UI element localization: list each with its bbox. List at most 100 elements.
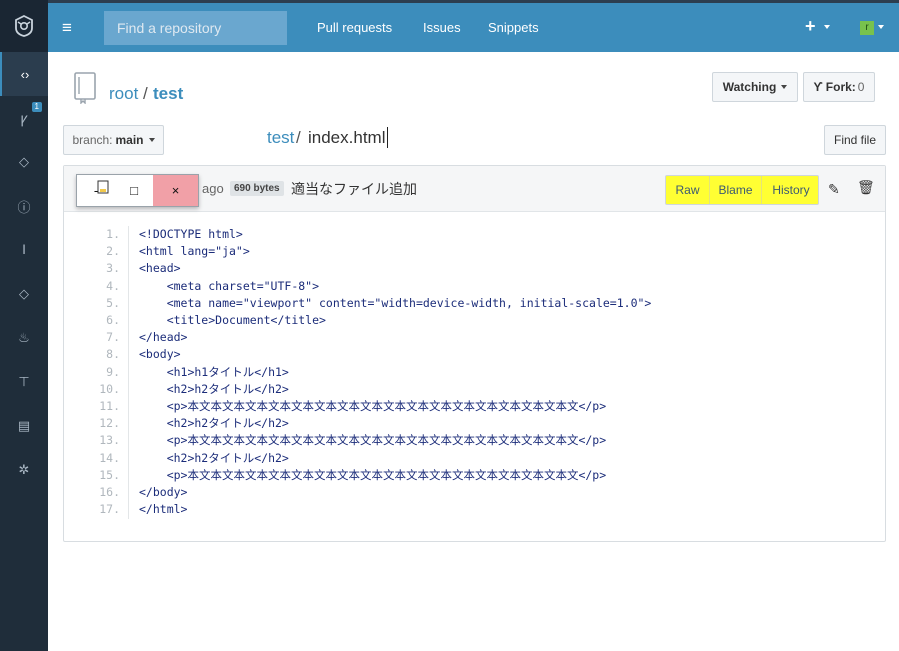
avatar-caret-icon bbox=[878, 25, 884, 29]
path-separator: / bbox=[296, 128, 301, 147]
create-new-button[interactable]: + bbox=[805, 16, 816, 37]
code-line: 17. </html> bbox=[64, 501, 885, 518]
code-text: <h2>h2タイトル</h2> bbox=[139, 416, 289, 431]
line-number[interactable]: 13. bbox=[84, 432, 120, 449]
close-button[interactable]: × bbox=[153, 175, 198, 206]
code-text: </html> bbox=[139, 502, 188, 517]
code-line: 3. <head> bbox=[64, 260, 885, 277]
line-number[interactable]: 9. bbox=[84, 364, 120, 381]
repository-search-input[interactable] bbox=[104, 11, 287, 45]
edit-pencil-icon[interactable]: ✎ bbox=[828, 181, 840, 198]
watching-button[interactable]: Watching bbox=[712, 72, 798, 102]
label-icon[interactable]: ◇ bbox=[0, 272, 48, 316]
line-number[interactable]: 1. bbox=[84, 226, 120, 243]
line-number[interactable]: 17. bbox=[84, 501, 120, 518]
code-line: 13. <p>本文本文本文本文本文本文本文本文本文本文本文本文本文本文本文本文本… bbox=[64, 432, 885, 449]
top-navbar: ≡ Pull requests Issues Snippets + r bbox=[48, 0, 899, 52]
logo-icon bbox=[15, 14, 33, 37]
line-number[interactable]: 15. bbox=[84, 467, 120, 484]
nav-issues[interactable]: Issues bbox=[423, 20, 461, 35]
gear-icon[interactable]: ✲ bbox=[0, 448, 48, 492]
blame-button[interactable]: Blame bbox=[710, 176, 762, 204]
repo-name-link[interactable]: test bbox=[153, 84, 183, 104]
file-actions-group: Raw Blame History bbox=[665, 175, 819, 205]
code-text: <head> bbox=[139, 261, 181, 276]
nav-snippets[interactable]: Snippets bbox=[488, 20, 539, 35]
minimize-icon: - bbox=[94, 180, 109, 198]
history-button[interactable]: History bbox=[762, 176, 820, 204]
code-line: 5. <meta name="viewport" content="width=… bbox=[64, 295, 885, 312]
path-file-name: index.html bbox=[308, 128, 386, 147]
user-avatar[interactable]: r bbox=[860, 21, 874, 35]
code-text: <p>本文本文本文本文本文本文本文本文本文本文本文本文本文本文本文本文本文</p… bbox=[139, 433, 607, 448]
code-line: 12. <h2>h2タイトル</h2> bbox=[64, 415, 885, 432]
file-viewer: ago 690 bytes 適当なファイル追加 Raw Blame Histor… bbox=[63, 165, 886, 542]
commit-age: ago bbox=[202, 181, 224, 196]
branch-selector[interactable]: branch: main bbox=[63, 125, 164, 155]
line-number[interactable]: 11. bbox=[84, 398, 120, 415]
branch-prefix: branch: bbox=[72, 133, 113, 147]
line-number[interactable]: 7. bbox=[84, 329, 120, 346]
code-line: 14. <h2>h2タイトル</h2> bbox=[64, 450, 885, 467]
window-control-popup: - □ × bbox=[76, 174, 199, 207]
create-caret-icon bbox=[824, 25, 830, 29]
line-number[interactable]: 12. bbox=[84, 415, 120, 432]
maximize-button[interactable]: □ bbox=[115, 175, 153, 206]
code-line: 2. <html lang="ja"> bbox=[64, 243, 885, 260]
text-cursor bbox=[387, 127, 388, 148]
book-icon[interactable]: ▤ bbox=[0, 404, 48, 448]
pull-request-icon[interactable]: ⵏ bbox=[0, 228, 48, 272]
code-text: <body> bbox=[139, 347, 181, 362]
fork-count: 0 bbox=[857, 80, 865, 94]
code-text: <html lang="ja"> bbox=[139, 244, 250, 259]
code-text: <!DOCTYPE html> bbox=[139, 227, 243, 241]
line-number[interactable]: 10. bbox=[84, 381, 120, 398]
code-text: <h2>h2タイトル</h2> bbox=[139, 450, 289, 465]
raw-button[interactable]: Raw bbox=[666, 176, 710, 204]
line-number[interactable]: 8. bbox=[84, 346, 120, 363]
line-number[interactable]: 4. bbox=[84, 278, 120, 295]
code-text: <h2>h2タイトル</h2> bbox=[139, 381, 289, 396]
code-text: </body> bbox=[139, 485, 188, 499]
repo-book-icon bbox=[74, 72, 96, 104]
code-line: 7. </head> bbox=[64, 329, 885, 346]
hamburger-menu-icon[interactable]: ≡ bbox=[62, 18, 72, 38]
code-text: <p>本文本文本文本文本文本文本文本文本文本文本文本文本文本文本文本文本文</p… bbox=[139, 399, 607, 413]
fork-button[interactable]: ϒ Fork: 0 bbox=[803, 72, 875, 102]
line-number[interactable]: 5. bbox=[84, 295, 120, 312]
notification-badge: 1 bbox=[31, 102, 42, 112]
flame-icon[interactable]: ♨ bbox=[0, 316, 48, 360]
merge-icon[interactable]: ꝩ 1 bbox=[0, 96, 48, 140]
minimize-button[interactable]: - bbox=[77, 175, 115, 206]
pin-icon[interactable]: ⊤ bbox=[0, 360, 48, 404]
fork-label: Fork: bbox=[825, 80, 856, 94]
line-number[interactable]: 16. bbox=[84, 484, 120, 501]
watching-caret-icon bbox=[781, 85, 788, 89]
line-number[interactable]: 3. bbox=[84, 260, 120, 277]
find-file-button[interactable]: Find file bbox=[824, 125, 886, 155]
issue-icon[interactable]: ⓘ bbox=[0, 184, 48, 228]
commit-message[interactable]: 適当なファイル追加 bbox=[291, 179, 417, 199]
code-text: <h1>h1タイトル</h1> bbox=[139, 364, 289, 379]
path-repo-link[interactable]: test bbox=[267, 128, 294, 148]
app-logo[interactable] bbox=[0, 0, 48, 52]
watching-label: Watching bbox=[722, 80, 777, 94]
code-icon[interactable]: ‹› bbox=[0, 52, 48, 96]
fork-icon: ϒ bbox=[813, 80, 823, 94]
tag-icon[interactable]: ◇ bbox=[0, 140, 48, 184]
line-number[interactable]: 2. bbox=[84, 243, 120, 260]
code-text: <title>Document</title> bbox=[139, 313, 326, 327]
code-text: <p>本文本文本文本文本文本文本文本文本文本文本文本文本文本文本文本文本文</p… bbox=[139, 467, 607, 482]
sticky-note-icon bbox=[97, 180, 109, 194]
left-sidebar: ‹› ꝩ 1 ◇ ⓘ ⵏ ◇ ♨ ⊤ ▤ ✲ bbox=[0, 0, 48, 651]
repo-owner-link[interactable]: root bbox=[109, 84, 138, 104]
line-number[interactable]: 14. bbox=[84, 450, 120, 467]
line-number[interactable]: 6. bbox=[84, 312, 120, 329]
code-text: <meta charset="UTF-8"> bbox=[139, 278, 320, 293]
code-line: 4. <meta charset="UTF-8"> bbox=[64, 278, 885, 295]
branch-name: main bbox=[115, 133, 144, 147]
delete-trash-icon[interactable]: 🗑 bbox=[857, 179, 875, 196]
code-line: 8. <body> bbox=[64, 346, 885, 363]
code-text: <meta name="viewport" content="width=dev… bbox=[139, 295, 652, 310]
nav-pull-requests[interactable]: Pull requests bbox=[317, 20, 392, 35]
